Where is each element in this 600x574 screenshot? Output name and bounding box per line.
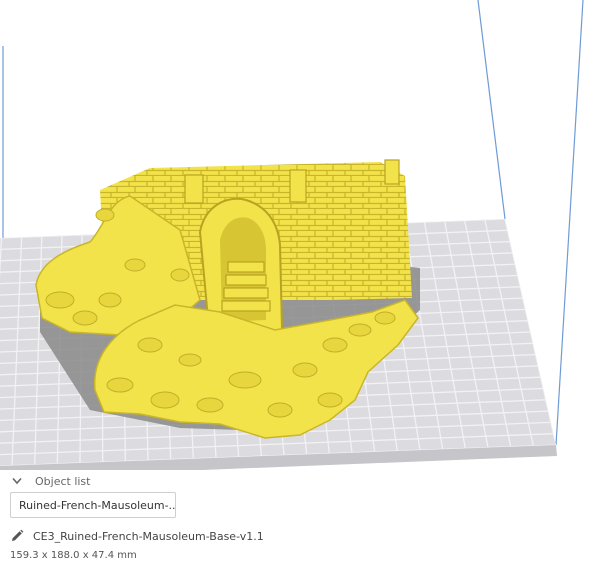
chevron-down-icon[interactable] — [10, 474, 24, 488]
object-list-title[interactable]: Object list — [35, 475, 90, 488]
build-volume-edge — [555, 0, 584, 446]
pencil-icon[interactable] — [10, 529, 24, 543]
object-list-header: Object list — [0, 472, 600, 490]
model-dimensions: 159.3 x 188.0 x 47.4 mm — [10, 550, 137, 561]
file-name: CE3_Ruined-French-Mausoleum-Base-v1.1 — [33, 529, 264, 543]
file-info-row: CE3_Ruined-French-Mausoleum-Base-v1.1 — [10, 528, 264, 544]
build-volume-edge — [477, 0, 506, 220]
object-list-item[interactable]: Ruined-French-Mausoleum-... — [10, 492, 176, 518]
scene-3d — [0, 0, 584, 470]
